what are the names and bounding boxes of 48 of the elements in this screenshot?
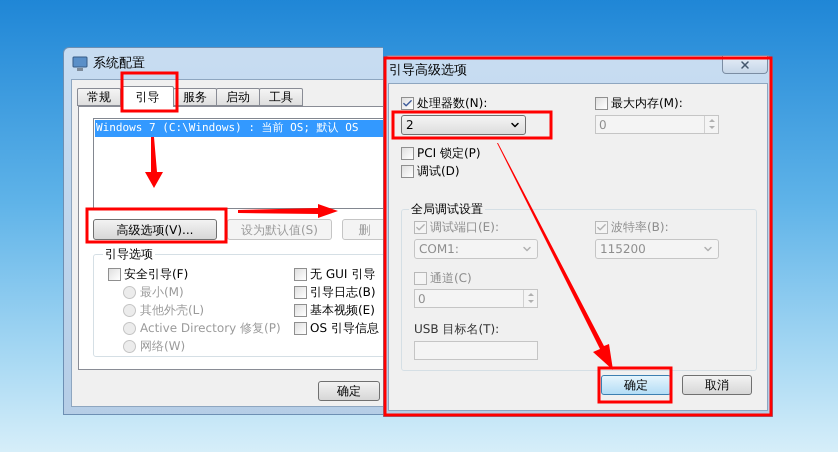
spin-arrows-icon	[523, 290, 537, 307]
checkbox[interactable]	[294, 322, 307, 334]
tab[interactable]: 引导	[121, 86, 174, 107]
radio-label: Active Directory 修复(P)	[140, 320, 281, 337]
checkbox[interactable]	[294, 268, 307, 280]
checkbox-label: 调试(D)	[417, 163, 460, 180]
checkbox-label: 安全引导(F)	[124, 266, 188, 283]
checkbox[interactable]	[108, 268, 121, 280]
button[interactable]: 高级选项(V)...	[93, 219, 217, 240]
group-title: 全局调试设置	[410, 201, 484, 218]
checkbox[interactable]	[401, 96, 414, 110]
window-title: 系统配置	[93, 54, 145, 73]
radio-label: 最小(M)	[140, 284, 184, 301]
check-icon	[596, 222, 607, 232]
annotation-arrow	[145, 137, 163, 188]
checkbox-label: 无 GUI 引导	[310, 266, 376, 283]
checkbox-label: 基本视频(E)	[310, 302, 375, 319]
checkbox-label: PCI 锁定(P)	[417, 145, 481, 162]
checkbox[interactable]	[294, 304, 307, 316]
checkbox-label: 最大内存(M):	[611, 95, 683, 112]
checkbox[interactable]	[401, 164, 414, 178]
group-title: 引导选项	[104, 246, 154, 263]
button[interactable]: 取消	[682, 375, 752, 395]
radio-label: 网络(W)	[140, 338, 186, 355]
dialog-title: 引导高级选项	[389, 62, 467, 80]
button[interactable]: 确定	[601, 375, 671, 395]
highlight-box	[120, 72, 178, 112]
dropdown[interactable]: 2	[401, 115, 526, 135]
field-label: USB 目标名(T):	[414, 321, 500, 338]
tab[interactable]: 启动	[216, 88, 260, 106]
check-icon	[415, 222, 426, 232]
checkbox[interactable]	[401, 146, 414, 160]
tab[interactable]: 常规	[77, 88, 121, 106]
close-icon	[739, 58, 751, 70]
checkbox-label: 波特率(B):	[611, 219, 669, 236]
tab[interactable]: 工具	[259, 88, 303, 106]
spin-arrows-icon	[704, 116, 718, 133]
checkbox-label: 通道(C)	[430, 270, 472, 287]
checkbox[interactable]	[294, 286, 307, 298]
checkbox-label: 引导日志(B)	[310, 284, 376, 301]
monitor-icon	[72, 56, 88, 72]
checkbox-label: 调试端口(E):	[430, 219, 499, 236]
checkbox-label: OS 引导信息	[310, 320, 379, 337]
radio-label: 其他外壳(L)	[140, 302, 204, 319]
checkbox[interactable]	[595, 96, 608, 110]
checkbox-label: 处理器数(N):	[417, 95, 488, 112]
ok-button[interactable]: 确定	[318, 381, 380, 401]
check-icon	[402, 98, 413, 108]
